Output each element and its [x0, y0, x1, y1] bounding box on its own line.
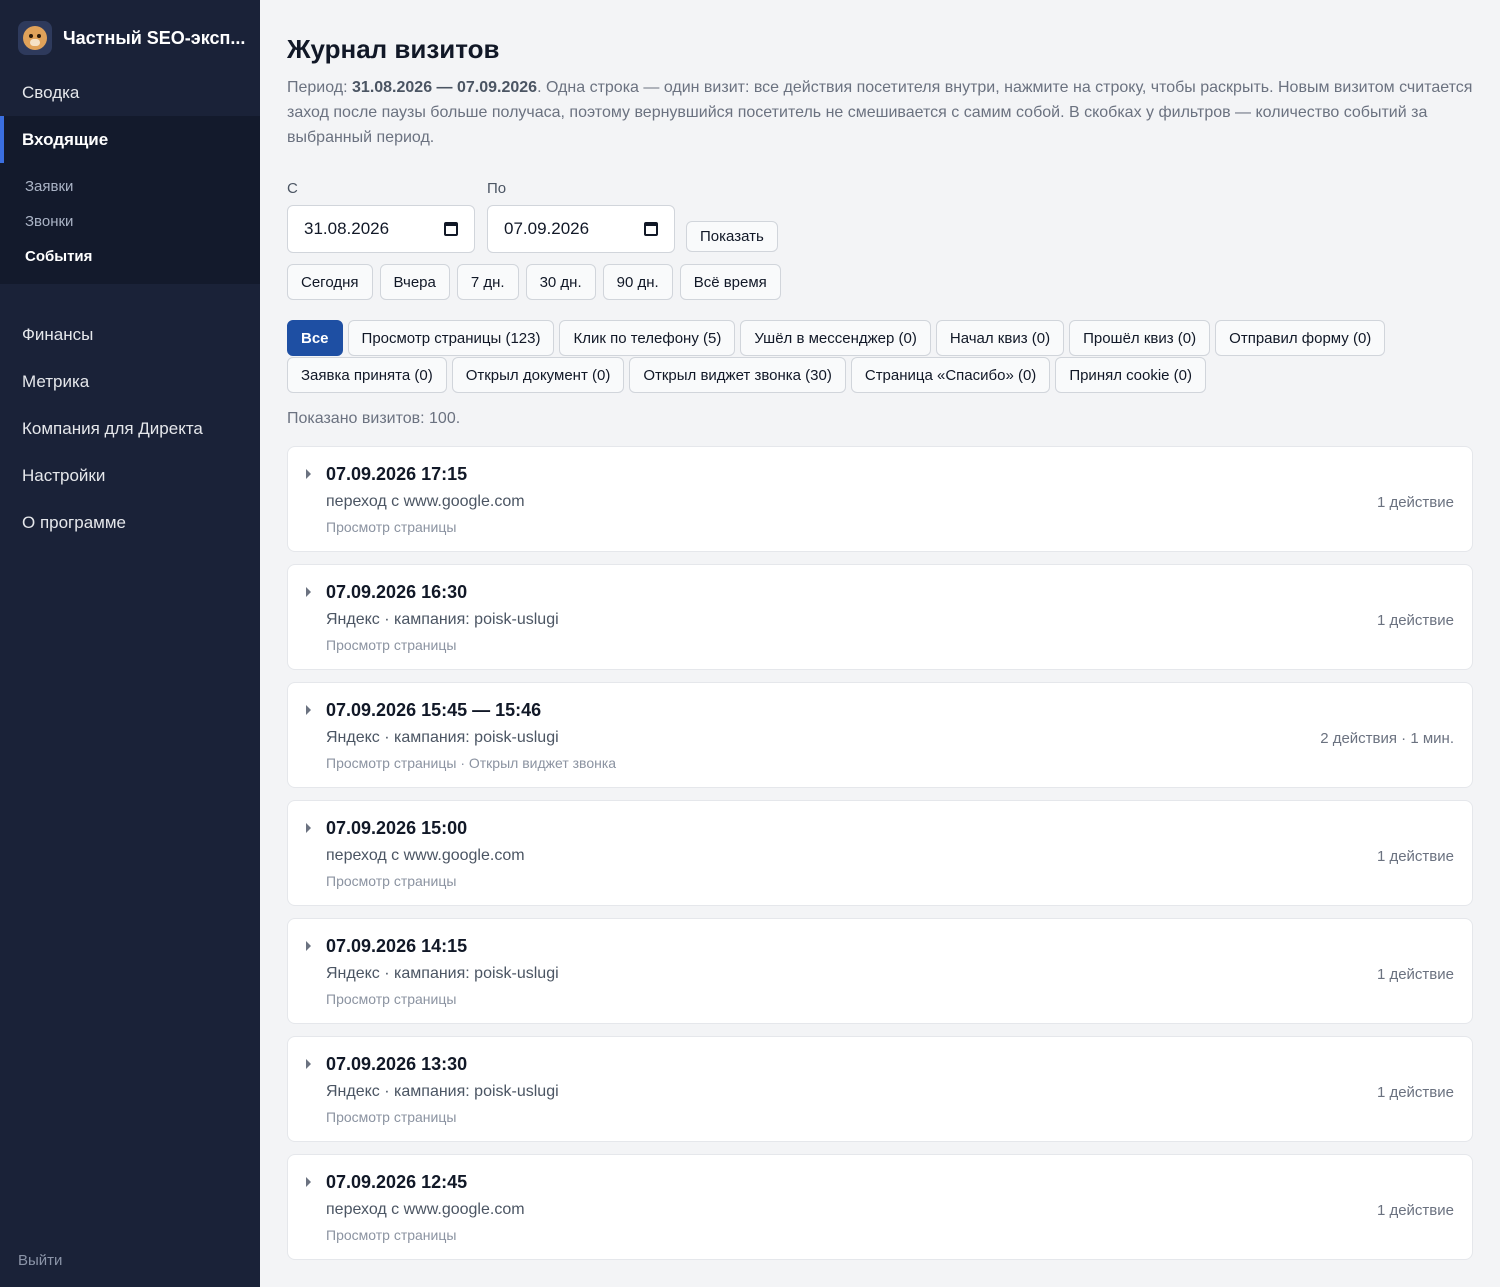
sidebar-item-inbox[interactable]: Входящие: [0, 116, 260, 163]
sidebar-item-direct-campaign[interactable]: Компания для Директа: [0, 405, 260, 452]
visit-source: Яндекс · кампания: poisk-uslugi: [326, 729, 559, 746]
main-content: Журнал визитов Период: 31.08.2026 — 07.0…: [260, 0, 1500, 1287]
visit-source: Яндекс · кампания: poisk-uslugi: [326, 965, 559, 982]
event-filter-chip[interactable]: Заявка принята (0): [287, 357, 447, 393]
expand-caret-icon[interactable]: [306, 941, 311, 951]
event-filter-chip[interactable]: Начал квиз (0): [935, 320, 1065, 356]
sidebar-subitem-events[interactable]: События: [0, 239, 260, 274]
expand-caret-icon[interactable]: [306, 469, 311, 479]
preset-button[interactable]: Сегодня: [287, 264, 373, 300]
show-button[interactable]: Показать: [686, 221, 778, 252]
brand-name: Частный SEO-эксп...: [63, 27, 246, 48]
sidebar: Частный SEO-эксп... Сводка Входящие Заяв…: [0, 0, 260, 1287]
visit-row[interactable]: 07.09.2026 12:45 переход с www.google.com…: [287, 1154, 1473, 1260]
visit-events: Просмотр страницы: [326, 873, 457, 889]
visit-action-count: 1 действие: [1376, 612, 1454, 629]
dog-avatar-icon: [18, 21, 52, 55]
event-filter-chip[interactable]: Все: [287, 320, 343, 356]
sidebar-item-metrika[interactable]: Метрика: [0, 358, 260, 405]
expand-caret-icon[interactable]: [306, 823, 311, 833]
visit-row[interactable]: 07.09.2026 14:15 Яндекс · кампания: poisk…: [287, 918, 1473, 1024]
sidebar-subitem-calls[interactable]: Звонки: [0, 204, 260, 239]
visit-time: 07.09.2026 14:15: [326, 936, 468, 956]
calendar-icon[interactable]: [444, 222, 458, 236]
preset-button[interactable]: 30 дн.: [525, 264, 596, 300]
sidebar-item-finance[interactable]: Финансы: [0, 311, 260, 358]
logout-link[interactable]: Выйти: [18, 1252, 62, 1269]
visit-row[interactable]: 07.09.2026 17:15 переход с www.google.com…: [287, 446, 1473, 552]
visit-events: Просмотр страницы: [326, 519, 457, 535]
visit-events: Просмотр страницы: [326, 637, 457, 653]
sidebar-subnav: Заявки Звонки События: [0, 163, 260, 284]
visit-time: 07.09.2026 15:00: [326, 818, 468, 838]
calendar-icon[interactable]: [644, 222, 658, 236]
visit-source: переход с www.google.com: [326, 493, 525, 510]
sidebar-item-settings[interactable]: Настройки: [0, 452, 260, 499]
visit-events: Просмотр страницы: [326, 1109, 457, 1125]
visit-action-count: 2 действия · 1 мин.: [1320, 730, 1454, 747]
visit-events: Просмотр страницы: [326, 991, 457, 1007]
date-from-input[interactable]: 31.08.2026: [287, 205, 475, 253]
event-filter-chip[interactable]: Отправил форму (0): [1215, 320, 1386, 356]
brand[interactable]: Частный SEO-эксп...: [0, 0, 260, 76]
visit-row[interactable]: 07.09.2026 13:30 Яндекс · кампания: poisk…: [287, 1036, 1473, 1142]
visit-events: Просмотр страницы · Открыл виджет звонка: [326, 755, 617, 771]
expand-caret-icon[interactable]: [306, 587, 311, 597]
visit-time: 07.09.2026 15:45 — 15:46: [326, 700, 542, 720]
expand-caret-icon[interactable]: [306, 705, 311, 715]
sidebar-subitem-requests[interactable]: Заявки: [0, 169, 260, 204]
visits-shown-count: Показано визитов: 100.: [287, 410, 461, 427]
visit-row[interactable]: 07.09.2026 16:30 Яндекс · кампания: poisk…: [287, 564, 1473, 670]
visit-source: переход с www.google.com: [326, 1201, 525, 1218]
expand-caret-icon[interactable]: [306, 1059, 311, 1069]
visit-source: Яндекс · кампания: poisk-uslugi: [326, 611, 559, 628]
intro-period: 31.08.2026 — 07.09.2026: [352, 79, 538, 96]
event-filter-chip[interactable]: Прошёл квиз (0): [1069, 320, 1211, 356]
sidebar-item-summary[interactable]: Сводка: [0, 69, 260, 116]
visit-action-count: 1 действие: [1376, 1202, 1454, 1219]
date-to-input[interactable]: 07.09.2026: [487, 205, 675, 253]
preset-button[interactable]: 90 дн.: [602, 264, 673, 300]
page-title: Журнал визитов: [287, 34, 500, 64]
event-filter-chip[interactable]: Открыл виджет звонка (30): [629, 357, 846, 393]
date-from-label: С: [287, 180, 298, 197]
event-filter-chip[interactable]: Открыл документ (0): [451, 357, 625, 393]
event-filter-chip[interactable]: Принял cookie (0): [1055, 357, 1207, 393]
preset-button[interactable]: Вчера: [379, 264, 450, 300]
page-intro: Период: 31.08.2026 — 07.09.2026. Одна ст…: [287, 79, 1473, 146]
visit-events: Просмотр страницы: [326, 1227, 457, 1243]
visit-action-count: 1 действие: [1376, 966, 1454, 983]
event-filter-chip[interactable]: Страница «Спасибо» (0): [850, 357, 1051, 393]
date-to-label: По: [487, 180, 507, 197]
visit-time: 07.09.2026 16:30: [326, 582, 468, 602]
event-filter-chip[interactable]: Ушёл в мессенджер (0): [740, 320, 931, 356]
visit-action-count: 1 действие: [1376, 848, 1454, 865]
visit-time: 07.09.2026 17:15: [326, 464, 468, 484]
sidebar-item-about[interactable]: О программе: [0, 499, 260, 546]
visit-source: переход с www.google.com: [326, 847, 525, 864]
visit-time: 07.09.2026 12:45: [326, 1172, 468, 1192]
preset-button[interactable]: 7 дн.: [456, 264, 519, 300]
visit-source: Яндекс · кампания: poisk-uslugi: [326, 1083, 559, 1100]
event-filter-chip[interactable]: Просмотр страницы (123): [347, 320, 555, 356]
expand-caret-icon[interactable]: [306, 1177, 311, 1187]
visit-row[interactable]: 07.09.2026 15:00 переход с www.google.com…: [287, 800, 1473, 906]
event-filter-chip[interactable]: Клик по телефону (5): [559, 320, 736, 356]
date-range-form: С 31.08.2026 По 07.09.2026 Показать: [287, 180, 1473, 253]
visit-time: 07.09.2026 13:30: [326, 1054, 468, 1074]
visit-row[interactable]: 07.09.2026 15:45 — 15:46 Яндекс · кампани…: [287, 682, 1473, 788]
event-filters: Все Просмотр страницы (123) Клик по телефо…: [287, 320, 1473, 394]
date-presets: Сегодня Вчера 7 дн. 30 дн. 90 дн. Всё время: [287, 264, 1473, 300]
visit-action-count: 1 действие: [1376, 1084, 1454, 1101]
visit-list: 07.09.2026 17:15 переход с www.google.com…: [287, 446, 1473, 1260]
visit-action-count: 1 действие: [1376, 494, 1454, 511]
preset-button[interactable]: Всё время: [679, 264, 781, 300]
